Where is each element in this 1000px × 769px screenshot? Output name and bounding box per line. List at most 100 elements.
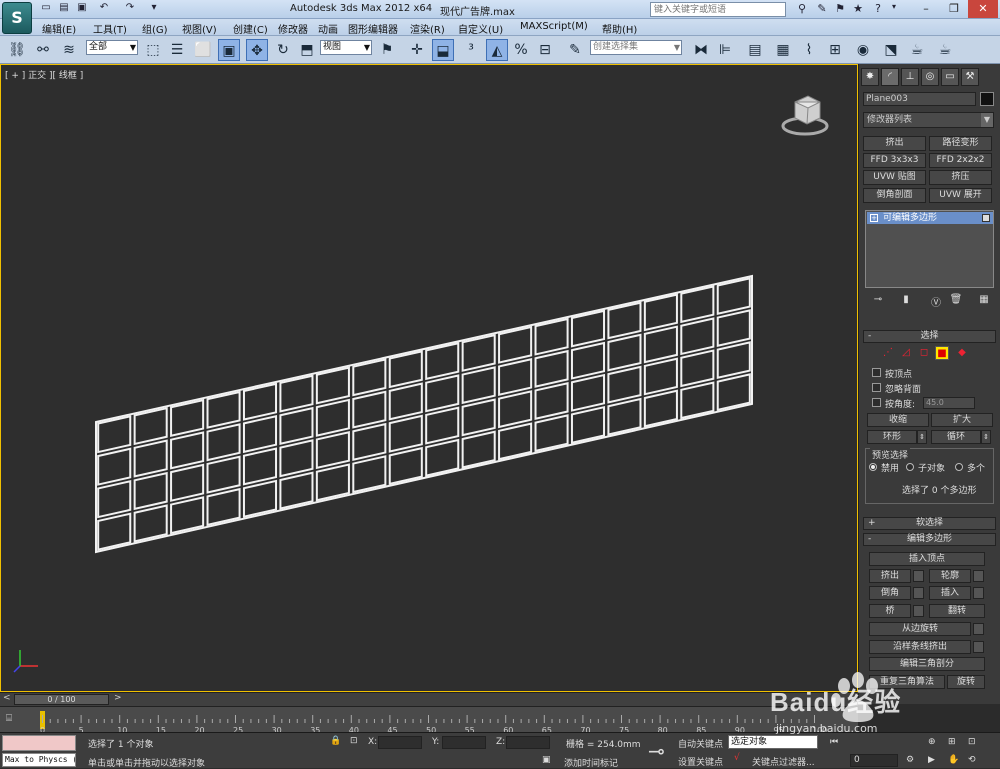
move-icon[interactable]: ✥ [246,39,268,61]
window-crossing-icon[interactable]: ▣ [218,39,240,61]
flip-button[interactable]: 翻转 [929,604,985,618]
rendered-frame-icon[interactable]: ☕ [906,39,928,61]
configure-sets-icon[interactable]: ▦ [975,294,993,308]
select-manipulate-icon[interactable]: ✛ [406,39,428,61]
bridge-settings-button[interactable] [913,605,924,617]
prev-frame-arrow-icon[interactable]: < [3,693,11,703]
menu-modifiers[interactable]: 修改器 [278,21,308,36]
mirror-icon[interactable]: ⧓ [690,39,712,61]
save-file-icon[interactable]: ▣ [74,2,90,16]
reference-coord-dropdown[interactable]: 视图 ▼ [320,40,372,55]
inset-settings-button[interactable] [973,587,984,599]
time-slider-thumb[interactable]: 0 / 100 [14,694,109,705]
preview-multi-radio[interactable] [955,463,963,471]
rect-selection-icon[interactable]: ⬜ [192,39,214,61]
bevel-settings-button[interactable] [913,587,924,599]
pan-icon[interactable]: ✋ [948,755,959,765]
pin-stack-icon[interactable]: ⊸ [869,294,887,308]
search-input[interactable] [650,2,786,17]
wireframe-billboard-mesh[interactable] [0,64,858,692]
extrude-along-spline-button[interactable]: 沿样条线挤出 [869,640,971,654]
outline-settings-button[interactable] [973,570,984,582]
mod-button-ffd222[interactable]: FFD 2x2x2 [929,153,992,168]
display-tab-icon[interactable]: ▭ [941,68,959,86]
bevel-button[interactable]: 倒角 [869,586,911,600]
motion-tab-icon[interactable]: ◎ [921,68,939,86]
app-logo-icon[interactable]: S [2,2,32,34]
bind-spacewarp-icon[interactable]: ≋ [58,39,80,61]
z-coord-field[interactable] [506,736,550,749]
maxscript-output[interactable]: Max to Physcs ( [2,753,76,767]
remove-modifier-icon[interactable]: 🗑 [947,294,965,308]
keyboard-shortcut-icon[interactable]: ⬓ [432,39,454,61]
mod-button-bevel-profile[interactable]: 倒角剖面 [863,188,926,203]
help-icon[interactable]: ? [870,2,886,17]
preview-subobject-radio[interactable] [906,463,914,471]
restore-button[interactable]: ❐ [940,0,968,18]
key-filters-button[interactable]: 关键点过滤器... [752,755,815,768]
object-color-swatch[interactable] [980,92,994,106]
track-bar[interactable]: ⌸ 0 5 10 15 20 25 30 35 40 45 50 55 60 65 70 75 80 85 90 95… [0,706,858,735]
current-frame-field[interactable]: 0 [850,754,898,767]
new-file-icon[interactable]: ▭ [38,2,54,16]
angle-snap-icon[interactable]: ◭ [486,39,508,61]
align-icon[interactable]: ⊫ [714,39,736,61]
spinner-snap-icon[interactable]: ⊟ [534,39,556,61]
time-tag-icon[interactable]: ▣ [542,755,551,765]
insert-vertex-button[interactable]: 插入顶点 [869,552,985,566]
key-filters-icon[interactable]: √ [734,753,740,763]
loop-button[interactable]: 循环 [931,430,981,444]
render-production-icon[interactable]: ☕ [934,39,956,61]
menu-customize[interactable]: 自定义(U) [458,21,503,36]
stack-item-toggle[interactable] [982,214,990,222]
menu-maxscript[interactable]: MAXScript(M) [520,21,588,32]
vertex-level-icon[interactable]: ⋰ [881,346,895,360]
rollout-selection[interactable]: - 选择 [863,330,996,343]
graphite-tools-icon[interactable]: ▦ [772,39,794,61]
undo-icon[interactable]: ↶ [96,2,112,16]
hinge-settings-button[interactable] [973,623,984,635]
scale-icon[interactable]: ⬒ [296,39,318,61]
mod-button-path-deform[interactable]: 路径变形 [929,136,992,151]
close-button[interactable]: ✕ [968,0,998,18]
menu-rendering[interactable]: 渲染(R) [410,21,445,36]
stack-item-editable-poly[interactable]: + 可编辑多边形 [867,212,993,224]
absolute-mode-icon[interactable]: ⊡ [350,736,358,746]
curve-editor-icon[interactable]: ⌇ [798,39,820,61]
mod-button-extrude[interactable]: 挤出 [863,136,926,151]
outline-button[interactable]: 轮廓 [929,569,971,583]
named-selection-dropdown[interactable]: 创建选择集 ▼ [590,40,682,55]
expand-icon[interactable]: + [870,214,878,222]
inset-button[interactable]: 插入 [929,586,971,600]
edge-level-icon[interactable]: ◿ [899,346,913,360]
help-dropdown-icon[interactable]: ▾ [886,2,902,17]
x-coord-field[interactable] [378,736,422,749]
menu-create[interactable]: 创建(C) [233,21,268,36]
mini-curve-editor-icon[interactable]: ⌸ [6,713,22,725]
menu-help[interactable]: 帮助(H) [602,21,637,36]
create-tab-icon[interactable]: ✸ [861,68,879,86]
rollout-soft-selection[interactable]: + 软选择 [863,517,996,530]
menu-views[interactable]: 视图(V) [182,21,217,36]
lock-selection-icon[interactable]: 🔒 [330,736,341,746]
hierarchy-tab-icon[interactable]: ⊥ [901,68,919,86]
extrude-button[interactable]: 挤出 [869,569,911,583]
rotate-icon[interactable]: ↻ [272,39,294,61]
hinge-from-edge-button[interactable]: 从边旋转 [869,622,971,636]
element-level-icon[interactable]: ◆ [955,346,969,360]
bookmark-icon[interactable]: ⚑ [832,2,848,17]
menu-edit[interactable]: 编辑(E) [42,21,76,36]
loop-spinner[interactable]: ⇕ [981,430,991,444]
menu-tools[interactable]: 工具(T) [93,21,127,36]
menu-group[interactable]: 组(G) [142,21,168,36]
preview-disabled-radio[interactable] [869,463,877,471]
unlink-icon[interactable]: ⚯ [32,39,54,61]
minimize-button[interactable]: – [912,0,940,18]
tools-icon[interactable]: ✎ [814,2,830,17]
edit-named-sel-icon[interactable]: ✎ [564,39,586,61]
shrink-button[interactable]: 收缩 [867,413,929,427]
ring-button[interactable]: 环形 [867,430,917,444]
redo-icon[interactable]: ↷ [122,2,138,16]
percent-snap-icon[interactable]: % [510,39,532,61]
select-object-icon[interactable]: ⬚ [142,39,164,61]
